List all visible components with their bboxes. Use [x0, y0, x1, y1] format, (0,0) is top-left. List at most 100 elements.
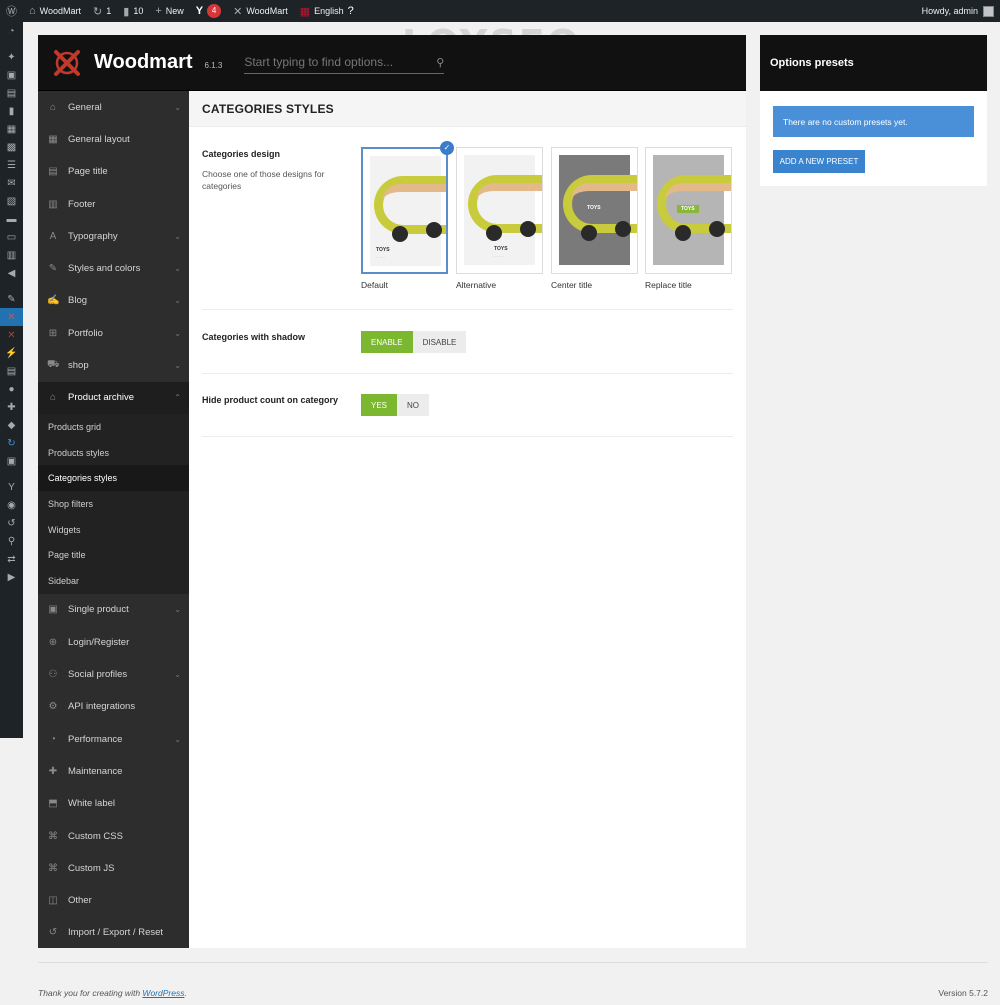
submenu-item[interactable]: Sidebar — [38, 568, 189, 594]
sidebar-item-typography[interactable]: A Typography ⌄ — [38, 220, 189, 252]
design-caption: Replace title — [645, 280, 692, 290]
design-option-center[interactable]: TOYS Center title — [551, 147, 638, 290]
yoast-icon: Y — [195, 5, 204, 17]
submenu-item[interactable]: Shop filters — [38, 491, 189, 517]
design-thumbnail: TOYS — [551, 147, 638, 274]
avatar — [983, 5, 994, 17]
sidebar-item-product-archive[interactable]: ⌂ Product archive ⌃ — [38, 381, 189, 414]
new-content-link[interactable]: + New — [149, 0, 189, 22]
submenu-item[interactable]: Widgets — [38, 517, 189, 543]
sidebar-item-single-product[interactable]: ▣ Single product ⌄ — [38, 594, 189, 626]
sidebar-item-api-integrations[interactable]: ⚙ API integrations — [38, 691, 189, 723]
plugins-icon[interactable]: ⚡ — [0, 344, 23, 362]
categories-shadow-toggle: ENABLE DISABLE — [361, 331, 467, 353]
disable-option[interactable]: DISABLE — [412, 331, 467, 353]
sidebar-item-label: General layout — [68, 133, 130, 145]
sidebar-item-page-title[interactable]: ▤ Page title — [38, 156, 189, 188]
options-content: CATEGORIES STYLES Categories design Choo… — [189, 91, 746, 948]
search-plugin-icon[interactable]: ⚲ — [0, 532, 23, 550]
pages-icon[interactable]: ▤ — [0, 84, 23, 102]
sidebar-item-social-profiles[interactable]: ⚇ Social profiles ⌄ — [38, 658, 189, 690]
options-search-input[interactable]: Start typing to find options... ⚲ — [244, 52, 445, 74]
submenu-item[interactable]: Products styles — [38, 440, 189, 466]
appearance-icon[interactable]: ✎ — [0, 290, 23, 308]
translate-icon[interactable]: ⇄ — [0, 550, 23, 568]
woodmart-menu-icon[interactable]: ✕ — [0, 308, 23, 326]
woocommerce-icon[interactable]: ▬ — [0, 210, 23, 228]
sidebar-item-shop[interactable]: ⛟ shop ⌄ — [38, 349, 189, 381]
collapse-menu-icon[interactable]: ▶ — [0, 568, 23, 586]
site-name-link[interactable]: ⌂ WoodMart — [23, 0, 87, 22]
theme-settings-link[interactable]: ✕ WoodMart — [227, 0, 294, 22]
sidebar-item-general-layout[interactable]: ▦ General layout — [38, 123, 189, 155]
sidebar-item-label: Product archive — [68, 392, 135, 404]
gallery-icon[interactable]: ▧ — [0, 192, 23, 210]
yes-option[interactable]: YES — [361, 394, 398, 416]
users-icon[interactable]: ● — [0, 380, 23, 398]
media-icon[interactable]: ▣ — [0, 66, 23, 84]
sidebar-item-label: Portfolio — [68, 327, 103, 339]
toy-image: TOYS — [653, 155, 731, 265]
enable-option[interactable]: ENABLE — [361, 331, 413, 353]
loop-icon[interactable]: ↺ — [0, 514, 23, 532]
categories-shadow-title: Categories with shadow — [202, 332, 306, 342]
comments-icon[interactable]: ▮ — [0, 102, 23, 120]
chat-icon[interactable]: ◉ — [0, 496, 23, 514]
sidebar-item-maintenance[interactable]: ✚ Maintenance — [38, 755, 189, 787]
tools-icon[interactable]: ✚ — [0, 398, 23, 416]
submenu-item[interactable]: Page title — [38, 542, 189, 568]
sidebar-item-label: shop — [68, 360, 89, 372]
woodmart-logo-icon — [52, 48, 82, 78]
mail-icon[interactable]: ✉ — [0, 174, 23, 192]
blocks-icon[interactable]: ▩ — [0, 138, 23, 156]
products-icon[interactable]: ▭ — [0, 228, 23, 246]
submenu-item[interactable]: Categories styles — [38, 465, 189, 492]
sidebar-item-portfolio[interactable]: ⊞ Portfolio ⌄ — [38, 317, 189, 349]
sidebar-item-footer[interactable]: ▥ Footer — [38, 188, 189, 220]
language-switcher[interactable]: ▦ English? — [294, 0, 360, 22]
sidebar-item-white-label[interactable]: ⬒ White label — [38, 788, 189, 820]
sidebar-item-general[interactable]: ⌂ General ⌄ — [38, 91, 189, 123]
woodmart-layouts-icon[interactable]: ✕ — [0, 326, 23, 344]
settings-icon[interactable]: ◆ — [0, 416, 23, 434]
dashboard-icon[interactable]: ◔ — [0, 22, 23, 40]
add-preset-button[interactable]: ADD A NEW PRESET — [773, 150, 865, 173]
sidebar-item-performance[interactable]: ◔ Performance ⌄ — [38, 723, 189, 755]
help-icon: ? — [347, 5, 354, 17]
sidebar-item-other[interactable]: ◫ Other — [38, 884, 189, 916]
seo-menu-link[interactable]: Y4 — [190, 0, 227, 22]
sidebar-item-blog[interactable]: ✍ Blog ⌄ — [38, 285, 189, 317]
design-caption: Alternative — [456, 280, 497, 290]
toy-label: TOYS — [587, 205, 601, 211]
elementor-icon[interactable]: ▤ — [0, 362, 23, 380]
submenu-item[interactable]: Products grid — [38, 414, 189, 440]
sidebar-item-label: General — [68, 101, 102, 113]
portfolio-icon[interactable]: ▦ — [0, 120, 23, 138]
updates-link[interactable]: ↻ 1 — [87, 0, 117, 22]
wordpress-link[interactable]: WordPress — [142, 988, 184, 998]
no-option[interactable]: NO — [397, 394, 430, 416]
sync-icon[interactable]: ↻ — [0, 434, 23, 452]
design-option-default[interactable]: ✓ TOYS · · · · Default — [361, 141, 454, 290]
design-option-replace[interactable]: TOYS Replace title — [645, 147, 732, 290]
hide-count-row: Hide product count on category YES NO — [202, 374, 733, 437]
yoast-menu-icon[interactable]: Y — [0, 478, 23, 496]
footer-icon: ▥ — [48, 198, 58, 210]
reset-icon: ↺ — [48, 927, 58, 939]
marketing-icon[interactable]: ◀ — [0, 264, 23, 282]
slides-icon[interactable]: ☰ — [0, 156, 23, 174]
sidebar-item-import-export-reset[interactable]: ↺ Import / Export / Reset — [38, 917, 189, 949]
sidebar-item-custom-js[interactable]: ⌘ Custom JS — [38, 852, 189, 884]
login-icon: ⊕ — [48, 636, 58, 648]
pin-icon[interactable]: ✦ — [0, 48, 23, 66]
design-option-alternative[interactable]: TOYS · · · · Alternative — [456, 147, 543, 290]
brush-icon: ✎ — [48, 263, 58, 275]
comments-link[interactable]: ▮ 10 — [117, 0, 149, 22]
sidebar-item-styles-and-colors[interactable]: ✎ Styles and colors ⌄ — [38, 252, 189, 284]
sidebar-item-custom-css[interactable]: ⌘ Custom CSS — [38, 820, 189, 852]
analytics-icon[interactable]: ▥ — [0, 246, 23, 264]
account-menu[interactable]: Howdy, admin — [922, 5, 1000, 17]
fields-icon[interactable]: ▣ — [0, 452, 23, 470]
sidebar-item-login-register[interactable]: ⊕ Login/Register — [38, 626, 189, 658]
wordpress-logo-link[interactable]: Ⓦ — [0, 0, 23, 22]
